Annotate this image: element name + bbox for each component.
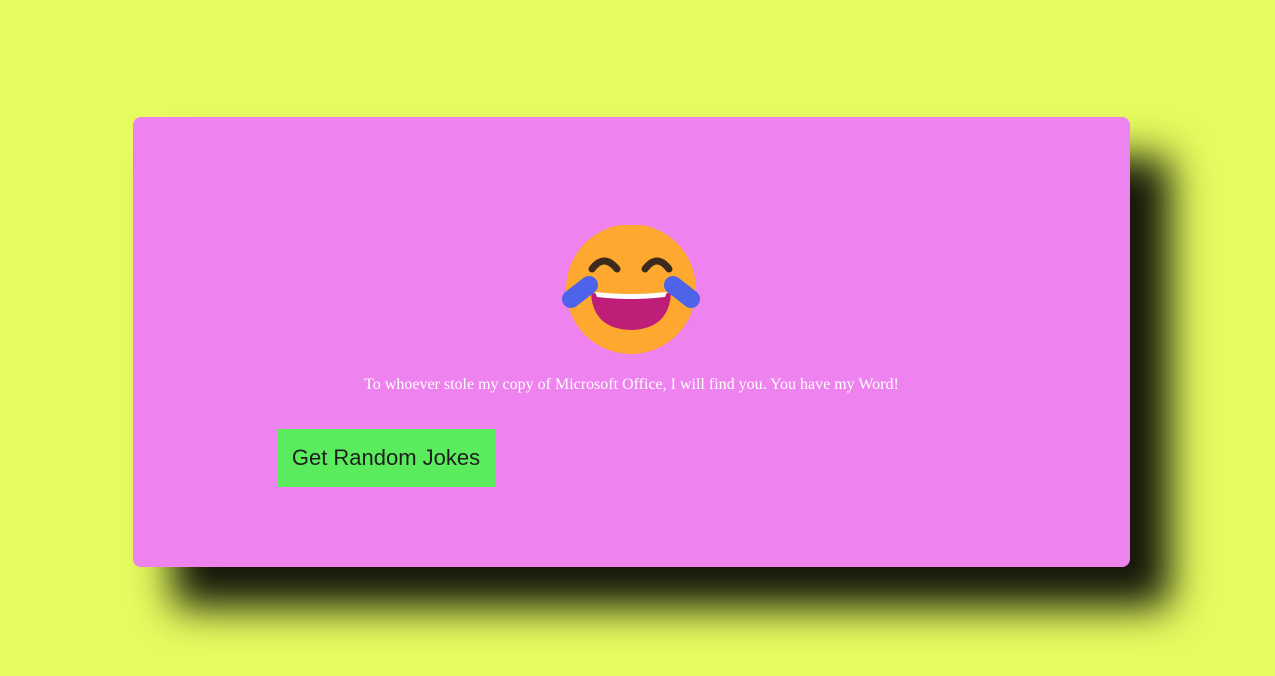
joke-text: To whoever stole my copy of Microsoft Of… (364, 376, 899, 393)
face-with-tears-of-joy-icon (562, 225, 700, 354)
joke-card: To whoever stole my copy of Microsoft Of… (133, 117, 1130, 567)
get-random-jokes-button[interactable]: Get Random Jokes (277, 429, 495, 487)
